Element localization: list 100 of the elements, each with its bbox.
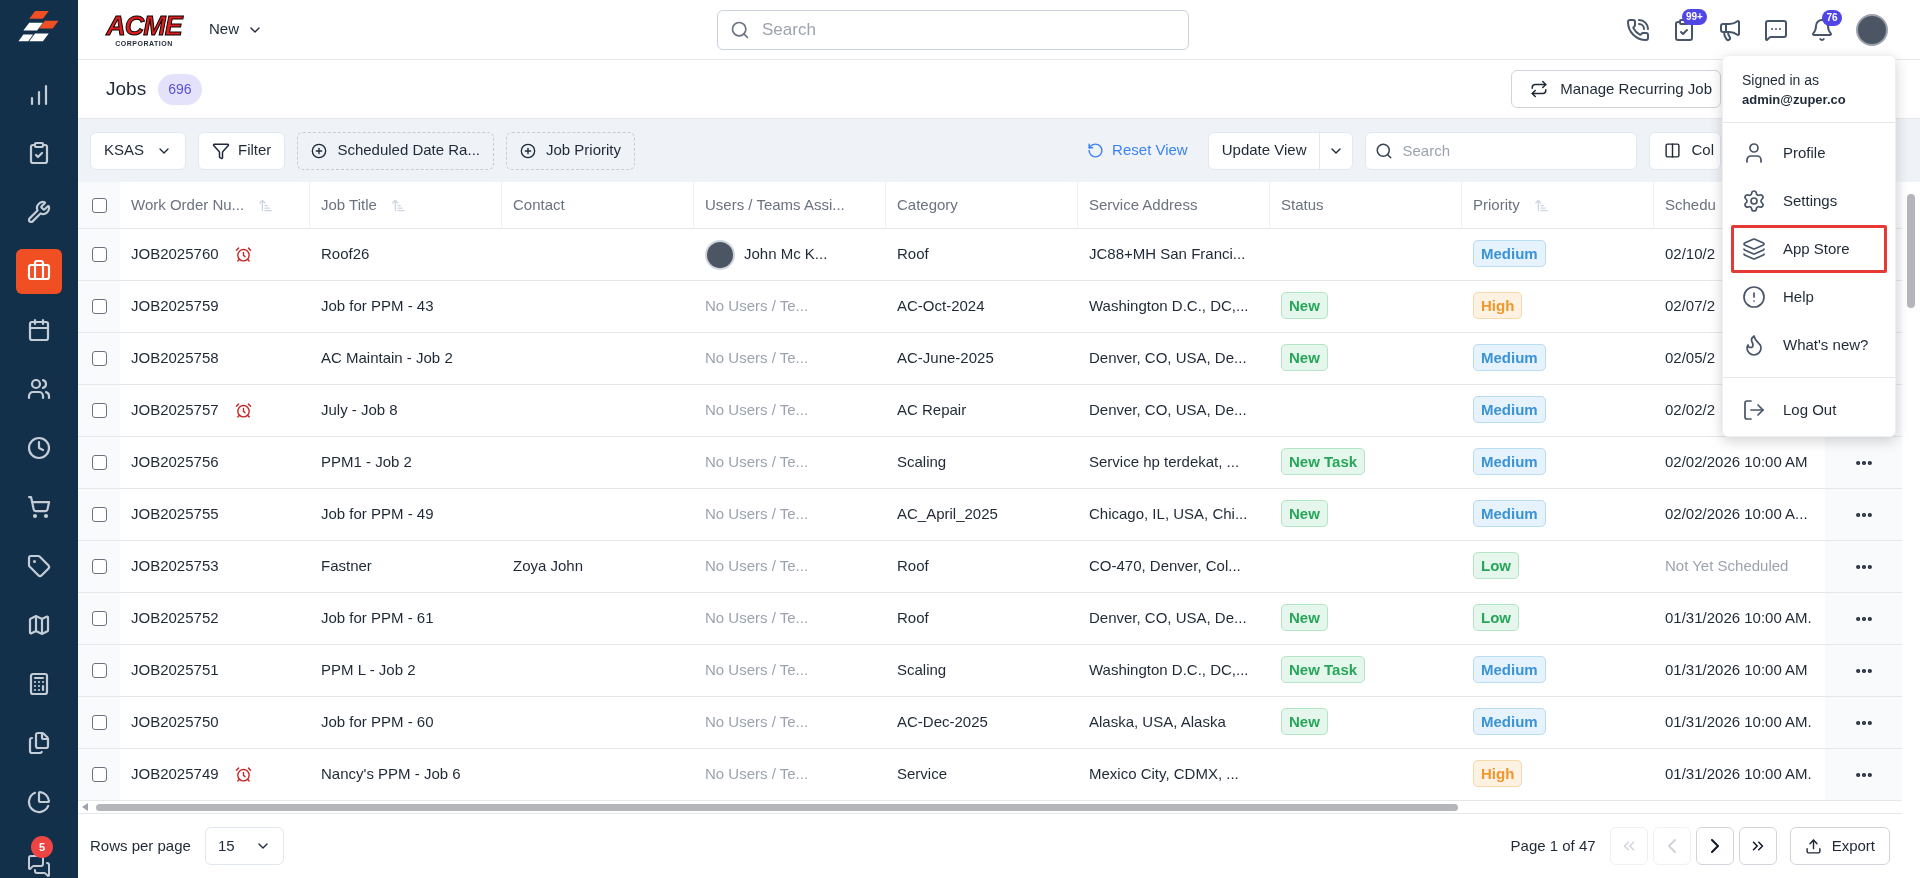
column-header[interactable]: Status [1281,193,1324,217]
table-cell: Service [897,765,948,783]
column-header[interactable]: Schedu [1665,193,1716,217]
table-cell: Service hp terdekat, ... [1089,453,1240,471]
checkbox[interactable] [91,767,107,782]
page-indicator: Page 1 of 47 [1510,835,1596,856]
column-header[interactable]: Work Order Nu... [131,193,245,217]
table-cell-text: No Users / Te... [705,296,809,317]
search-icon [1375,141,1394,160]
last-page-button[interactable] [1738,827,1777,865]
menu-item[interactable]: Log Out [1731,386,1887,434]
table-cell: Scaling [897,453,947,471]
table-cell-text: JOB2025753 [131,556,219,577]
calculator-icon [27,671,51,696]
status-badge: New Task [1281,656,1366,684]
phone-icon[interactable] [1626,17,1650,42]
new-menu[interactable]: New [209,18,263,41]
checkbox[interactable] [91,559,107,574]
column-header[interactable]: Priority [1473,193,1520,217]
table-cell-text: No Users / Te... [705,764,809,785]
table-cell: Denver, CO, USA, De... [1089,401,1247,419]
export-button[interactable]: Export [1789,827,1890,865]
checkbox[interactable] [91,299,107,314]
table-cell: Nancy's PPM - Job 6 [321,765,461,783]
checkbox[interactable] [91,403,107,418]
update-view-button[interactable]: Update View [1207,131,1354,170]
column-header[interactable]: Category [897,193,958,217]
priority-badge: Medium [1473,708,1546,736]
search-field[interactable]: Search [717,9,1189,50]
table-cell: Scaling [897,661,947,679]
checkbox[interactable] [91,715,107,730]
priority-badge: Medium [1473,656,1546,684]
table-cell-text: JOB2025759 [131,296,219,317]
megaphone-icon[interactable] [1718,17,1742,42]
table-cell: JC88+MH San Franci... [1089,245,1246,263]
view-dropdown[interactable]: KSAS [90,131,187,170]
table-cell: AC Repair [897,401,967,419]
columns-icon [1664,142,1682,159]
column-header[interactable]: Service Address [1089,193,1198,217]
calendar-icon [27,318,51,343]
menu-item[interactable]: Settings [1731,177,1887,225]
table-cell: 02/02/2026 10:00 A... [1665,505,1808,523]
checkbox[interactable] [91,197,107,213]
avatar[interactable] [1856,13,1888,46]
checkbox[interactable] [91,247,107,262]
sidebar-item[interactable] [16,248,62,294]
checkbox[interactable] [91,507,107,522]
table-cell: Job for PPM - 49 [321,505,434,523]
table-cell: 02/10/2 [1665,245,1716,263]
users-icon [27,377,51,402]
filter-chip[interactable]: Job Priority [505,131,635,170]
clipboard-icon [27,141,51,166]
table-cell: 02/07/2 [1665,297,1716,315]
menu-item[interactable]: Help [1731,273,1887,321]
cart-icon [27,494,51,519]
count-badge: 5 [31,836,53,859]
plus-icon [311,142,328,159]
table-cell-text: No Users / Te... [705,452,809,473]
table-cell: Roof [897,557,929,575]
next-page-button[interactable] [1695,827,1734,865]
column-header[interactable]: Users / Teams Assi... [705,193,845,217]
menu-item[interactable]: App Store [1731,225,1887,273]
table-cell: Washington D.C., DC,... [1089,661,1249,679]
checkbox[interactable] [91,611,107,626]
map-icon [27,612,51,637]
manage-recurring-jobs-button[interactable]: Manage Recurring Job [1511,70,1721,108]
table-cell-text: JOB2025756 [131,452,219,473]
table-cell-text: No Users / Te... [705,608,809,629]
table-cell: PPM L - Job 2 [321,661,416,679]
signed-in-label: Signed in as [1742,71,1821,90]
status-badge: New [1281,292,1328,320]
columns-button[interactable]: Col [1649,131,1721,170]
menu-item[interactable]: What's new? [1731,321,1887,369]
search-field[interactable]: Search [1365,131,1638,170]
table-cell-text: No Users / Te... [705,348,809,369]
table-cell: Job for PPM - 43 [321,297,434,315]
checkbox[interactable] [91,351,107,366]
user-email: admin@zuper.co [1742,91,1847,109]
table-cell-text: JOB2025749 [131,764,219,785]
reset-icon [1087,142,1105,159]
count-badge: 99+ [1682,8,1707,25]
priority-badge: Low [1473,552,1519,580]
chat-icon[interactable] [27,854,51,878]
layers-icon [1742,237,1766,261]
filter-button[interactable]: Filter [198,131,286,170]
table-cell: AC-June-2025 [897,349,994,367]
table-cell-text: JOB2025750 [131,712,219,733]
search-icon [730,19,750,40]
chat-icon[interactable] [1764,17,1788,42]
rows-per-page-dropdown[interactable]: 15 [204,827,284,865]
column-header[interactable]: Contact [513,193,565,217]
column-header[interactable]: Job Title [321,193,377,217]
checkbox[interactable] [91,663,107,678]
menu-item[interactable]: Profile [1731,129,1887,177]
priority-badge: Medium [1473,240,1546,268]
filter-chip[interactable]: Scheduled Date Ra... [297,131,494,170]
status-badge: New [1281,708,1328,736]
table-cell-text: JOB2025752 [131,608,219,629]
filter-icon [212,141,231,160]
checkbox[interactable] [91,455,107,470]
